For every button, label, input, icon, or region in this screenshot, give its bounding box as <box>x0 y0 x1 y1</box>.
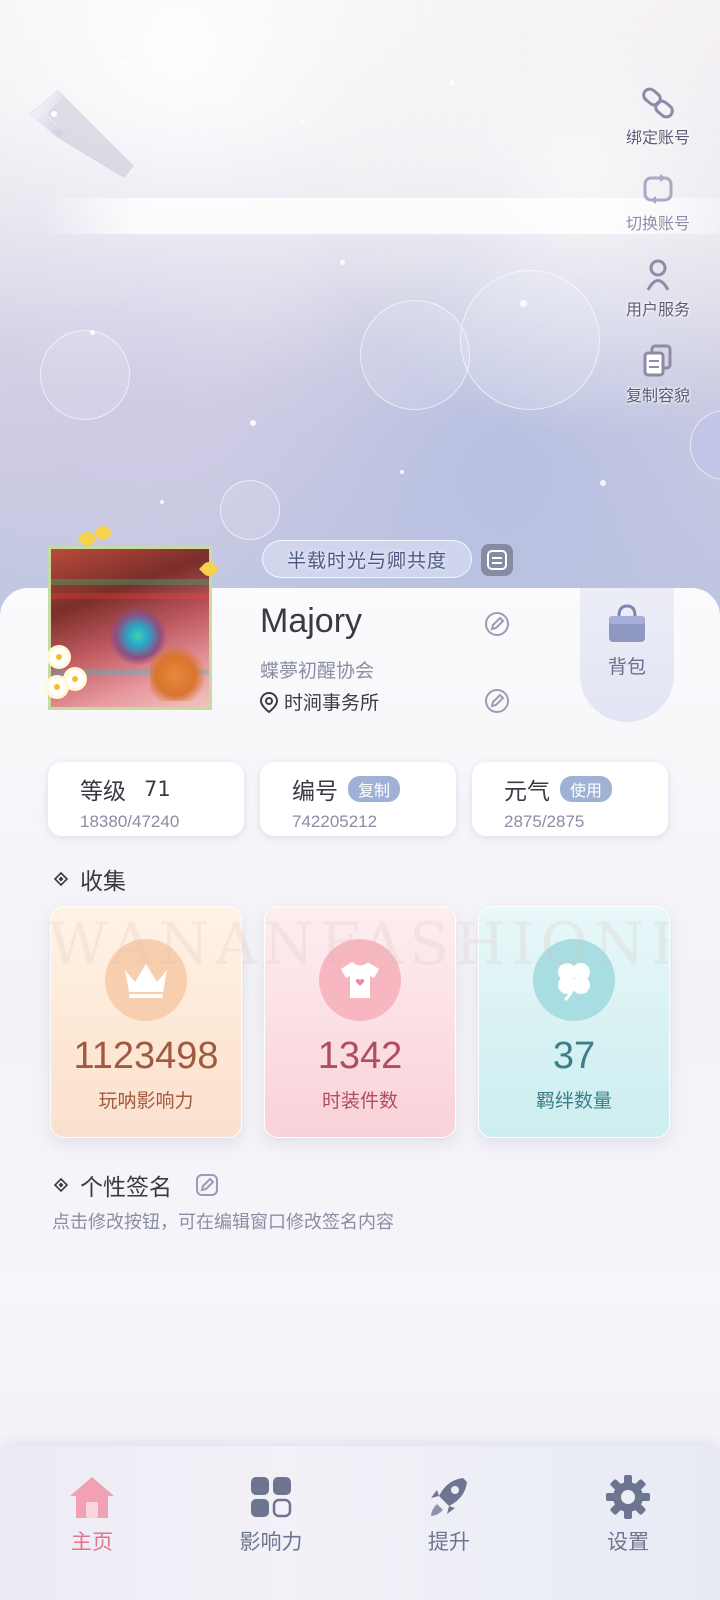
swap-icon <box>487 550 507 570</box>
level-card: 等级 71 18380/47240 <box>48 762 244 836</box>
user-service-button[interactable]: 用户服务 <box>618 256 698 342</box>
id-value: 742205212 <box>292 812 378 831</box>
collection-title: 收集 <box>80 869 126 895</box>
user-service-label: 用户服务 <box>625 300 690 319</box>
flower-decoration <box>66 670 84 688</box>
nav-upgrade-label: 提升 <box>428 1530 470 1554</box>
bond-count-value: 37 <box>552 1035 596 1077</box>
back-arrow-icon <box>29 89 134 178</box>
location-pin-icon <box>259 691 279 713</box>
bottom-nav: 主页 影响力 提升 设置 <box>0 1446 720 1600</box>
outfit-count-label: 时装件数 <box>321 1090 398 1112</box>
signature-header: 个性签名 <box>54 1168 220 1202</box>
collection-header: 收集 <box>54 862 126 896</box>
bag-button[interactable]: 背包 <box>580 588 674 722</box>
bag-label: 背包 <box>607 656 646 678</box>
header-actions: 绑定账号 切换账号 用户服务 复制容貌 <box>618 84 698 428</box>
copy-icon <box>639 342 677 380</box>
outfit-count-value: 1342 <box>317 1035 403 1077</box>
bag-icon <box>609 604 645 642</box>
nav-influence-label: 影响力 <box>239 1530 303 1554</box>
signature-title: 个性签名 <box>80 1175 172 1201</box>
switch-account-icon <box>639 170 677 208</box>
level-value: 71 <box>144 777 171 801</box>
nav-settings-label: 设置 <box>607 1530 649 1554</box>
energy-title: 元气 <box>504 779 550 805</box>
edit-location-icon[interactable] <box>484 688 510 714</box>
user-location: 时涧事务所 <box>258 688 379 715</box>
signature-hint: 点击修改按钮，可在编辑窗口修改签名内容 <box>52 1212 394 1233</box>
back-button[interactable] <box>24 86 144 196</box>
collection-watermark: WANANFASHIONBOND <box>48 910 668 978</box>
cat-decoration <box>150 645 214 701</box>
grid-icon <box>246 1472 296 1522</box>
flower-decoration <box>48 678 66 696</box>
id-title: 编号 <box>292 779 338 805</box>
nav-settings[interactable]: 设置 <box>568 1472 688 1556</box>
title-badge[interactable]: 半载时光与卿共度 <box>262 540 472 578</box>
energy-card: 元气 使用 2875/2875 <box>472 762 668 836</box>
user-location-label: 时涧事务所 <box>284 692 380 714</box>
bind-account-label: 绑定账号 <box>625 128 690 147</box>
link-icon <box>639 84 677 122</box>
influence-label: 玩呐影响力 <box>98 1090 194 1112</box>
edit-name-icon[interactable] <box>484 611 510 637</box>
copy-appearance-button[interactable]: 复制容貌 <box>618 342 698 428</box>
bind-account-button[interactable]: 绑定账号 <box>618 84 698 170</box>
switch-account-button[interactable]: 切换账号 <box>618 170 698 256</box>
diamond-bullet-icon <box>54 872 68 886</box>
edit-signature-icon[interactable] <box>194 1172 220 1198</box>
nav-home-label: 主页 <box>71 1530 113 1554</box>
level-title: 等级 <box>80 779 126 805</box>
switch-account-label: 切换账号 <box>625 214 690 233</box>
id-card: 编号 复制 742205212 <box>260 762 456 836</box>
level-exp: 18380/47240 <box>80 812 180 831</box>
home-icon <box>67 1472 117 1522</box>
nav-upgrade[interactable]: 提升 <box>389 1472 509 1556</box>
copy-id-button[interactable]: 复制 <box>348 776 401 802</box>
bond-count-label: 羁绊数量 <box>535 1090 612 1112</box>
use-energy-button[interactable]: 使用 <box>560 776 613 802</box>
diamond-bullet-icon <box>54 1178 68 1192</box>
copy-appearance-label: 复制容貌 <box>625 386 690 405</box>
rocket-icon <box>424 1472 474 1522</box>
user-guild: 蝶夢初醒协会 <box>260 660 375 682</box>
title-switch-button[interactable] <box>481 544 513 576</box>
influence-value: 1123498 <box>73 1035 219 1077</box>
user-name: Majory <box>260 602 363 640</box>
flower-decoration <box>50 648 68 666</box>
nav-home[interactable]: 主页 <box>32 1472 152 1556</box>
energy-value: 2875/2875 <box>504 812 585 831</box>
gear-icon <box>603 1472 653 1522</box>
user-service-icon <box>639 256 677 294</box>
nav-influence[interactable]: 影响力 <box>211 1472 331 1556</box>
